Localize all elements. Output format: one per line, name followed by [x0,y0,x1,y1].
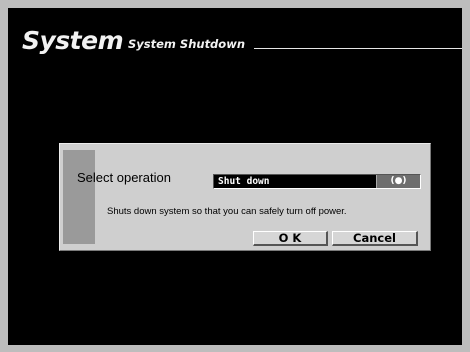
dialog-side-stripe [63,150,95,244]
page-subtitle: System Shutdown [128,37,246,51]
operation-select[interactable]: Shut down (●) [213,174,421,189]
screen: System System Shutdown Select operation … [8,8,462,345]
operation-label: Select operation [77,170,171,185]
operation-description: Shuts down system so that you can safely… [107,206,347,217]
ok-button[interactable]: O K [253,231,328,246]
title-underline [254,48,462,49]
select-dropdown-button[interactable]: (●) [376,175,420,188]
shutdown-dialog: Select operation Shut down (●) Shuts dow… [59,143,431,251]
cancel-button[interactable]: Cancel [332,231,418,246]
page-title: System [22,26,124,55]
operation-select-value: Shut down [218,176,270,187]
